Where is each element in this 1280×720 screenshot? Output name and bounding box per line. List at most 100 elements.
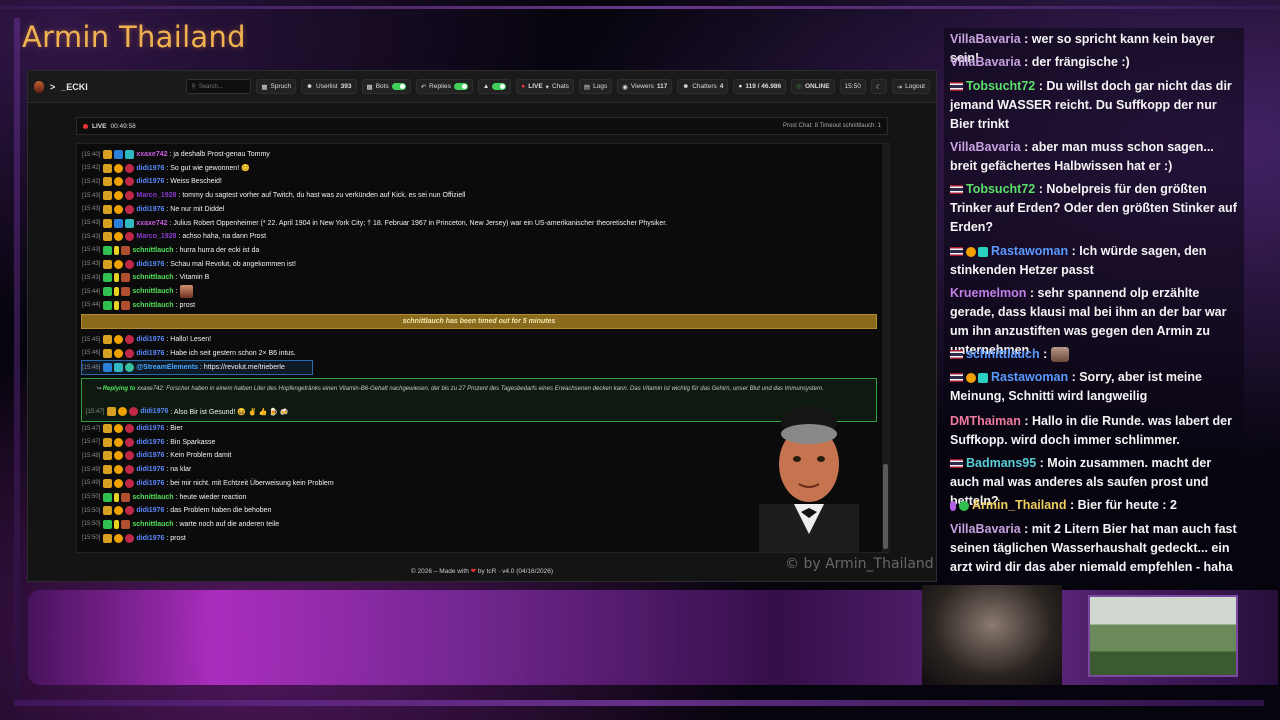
user-badge-icon	[114, 273, 120, 283]
user-badge-icon	[114, 218, 124, 228]
sound-switch[interactable]	[492, 83, 507, 90]
message-username[interactable]: didi1976	[136, 165, 164, 172]
chat-message: [15:43] Marco_1928: tommy du sagtest vorh…	[82, 190, 465, 201]
overlay-chat-message: Tobsucht72 : Du willst doch gar nicht da…	[950, 77, 1242, 134]
message-username[interactable]: xxaxe742	[136, 151, 167, 158]
message-username[interactable]: schnittlauch	[132, 288, 173, 295]
message-timestamp: [15:50]	[82, 494, 101, 500]
flag-icon	[950, 373, 963, 383]
message-username[interactable]: schnittlauch	[132, 302, 173, 309]
emote-icon	[179, 285, 193, 298]
message-text: : bei mir nicht. mit Echtzeit Überweisun…	[166, 479, 334, 487]
message-username[interactable]: didi1976	[136, 336, 164, 343]
overlay-chat-username: DMThaiman	[950, 414, 1021, 428]
user-badge-icon	[103, 478, 113, 488]
message-username[interactable]: schnittlauch	[132, 274, 173, 281]
message-username[interactable]: didi1976	[136, 439, 164, 446]
user-badge-icon	[114, 163, 124, 173]
message-username[interactable]: didi1976	[136, 466, 164, 473]
logs-label: Logs	[593, 83, 608, 90]
message-text: : ja deshalb Prost-genau Tommy	[169, 151, 270, 158]
theme-toggle[interactable]: ☾	[870, 79, 887, 94]
message-username[interactable]: xxaxe742	[136, 220, 167, 227]
online-label: ONLINE	[804, 83, 830, 90]
chat-message: [15:46] didi1976: Habe ich seit gestern s…	[82, 348, 296, 359]
message-username[interactable]: schnittlauch	[132, 521, 173, 528]
user-badge-icon	[121, 492, 131, 502]
message-text: : Kein Problem damit	[166, 452, 232, 460]
flag-icon	[950, 185, 963, 195]
message-username[interactable]: schnittlauch	[132, 247, 173, 254]
logs-button[interactable]: ▤ Logs	[578, 79, 613, 94]
message-username[interactable]: didi1976	[136, 261, 164, 268]
overlay-chat-text: :	[1039, 347, 1048, 361]
viewers-indicator: ◉ Viewers 117	[617, 79, 673, 94]
overlay-chat-username: Tobsucht72	[966, 79, 1036, 93]
message-timestamp: [15:43]	[82, 206, 101, 213]
message-username[interactable]: didi1976	[136, 452, 164, 459]
message-text: : achso haha, na dann Prost	[178, 233, 267, 241]
app-brand[interactable]: > _ECKI	[34, 80, 181, 93]
garden-camera-feed	[1088, 595, 1238, 677]
document-icon: ▤	[583, 83, 591, 91]
chatters-count: 4	[719, 83, 724, 90]
message-username[interactable]: Marco_1928	[136, 233, 176, 240]
message-timestamp: [15:48]	[82, 452, 101, 459]
user-badge-icon	[125, 335, 135, 344]
message-timestamp: [15:43]	[82, 261, 101, 268]
heart-icon: ❤	[470, 568, 477, 575]
terminal-icon: >	[50, 81, 56, 92]
message-timestamp: [15:49]	[82, 466, 101, 473]
userlist-button[interactable]: ☻ Userlist 393	[301, 79, 357, 94]
message-username[interactable]: @StreamElements	[136, 364, 198, 371]
chatters-indicator: ☻ Chatters 4	[677, 79, 729, 94]
user-badge-icon	[103, 437, 113, 447]
chat-scrollbar[interactable]	[882, 144, 889, 552]
stream-stats: Prost Chat: 8 Timeout schnittlauch: 1	[782, 123, 881, 129]
message-timestamp: [15:45]	[82, 336, 101, 343]
message-text: : prost	[175, 301, 196, 309]
chat-message: [15:45] didi1976: Hallo! Lesen!	[82, 334, 211, 345]
logout-button[interactable]: ⇥ Logout	[891, 79, 930, 94]
replies-toggle[interactable]: ↶ Replies	[415, 79, 473, 94]
user-badge-icon	[121, 245, 131, 255]
message-text: :	[175, 288, 178, 295]
coin-badge-icon	[966, 246, 976, 257]
footer-text: © 2026 – Made with	[410, 568, 469, 575]
message-username[interactable]: didi1976	[136, 178, 164, 185]
message-text: : heute wieder reaction	[175, 493, 247, 501]
search-input[interactable]: ⚲ Search...	[186, 79, 252, 94]
online-status: ☉ ONLINE	[791, 79, 835, 94]
user-badge-icon	[125, 533, 135, 543]
user-badge-icon	[103, 245, 113, 255]
user-badge-icon	[125, 150, 135, 159]
message-username[interactable]: didi1976	[136, 206, 164, 213]
replies-switch[interactable]	[453, 83, 468, 90]
scrollbar-thumb[interactable]	[883, 464, 888, 549]
bots-switch[interactable]	[391, 83, 406, 90]
user-badge-icon	[103, 300, 113, 310]
message-username[interactable]: didi1976	[136, 480, 164, 487]
message-username[interactable]: didi1976	[136, 507, 164, 514]
message-username[interactable]: didi1976	[140, 408, 168, 415]
message-username[interactable]: didi1976	[136, 535, 164, 542]
sound-toggle[interactable]: ▲	[477, 79, 512, 94]
brand-name: _ECKI	[61, 81, 88, 92]
bots-toggle[interactable]: ▩ Bots	[361, 79, 411, 94]
message-username[interactable]: didi1976	[136, 425, 164, 432]
message-username[interactable]: schnittlauch	[132, 494, 173, 501]
user-badge-icon	[103, 492, 113, 502]
chat-log[interactable]: schnittlauch has been timed out for 5 mi…	[76, 143, 890, 553]
spruch-button[interactable]: ▦ Spruch	[256, 79, 297, 94]
users-icon: ☻	[682, 83, 690, 90]
live-chats-button[interactable]: ● LIVE ▾ Chats	[516, 79, 574, 94]
message-username[interactable]: Marco_1928	[136, 192, 176, 199]
overlay-chat-message: Rastawoman : Sorry, aber ist meine Meinu…	[950, 368, 1242, 406]
message-text: : Julius Robert Oppenheimer (* 22. April…	[169, 219, 668, 227]
user-badge-icon	[103, 259, 113, 269]
live-dot-icon: ●	[521, 83, 526, 90]
chat-message: [15:50] schnittlauch: warte noch auf die …	[82, 519, 279, 530]
message-username[interactable]: didi1976	[136, 350, 164, 357]
user-badge-icon	[103, 519, 113, 529]
message-text: : warte noch auf die anderen teile	[175, 520, 280, 528]
